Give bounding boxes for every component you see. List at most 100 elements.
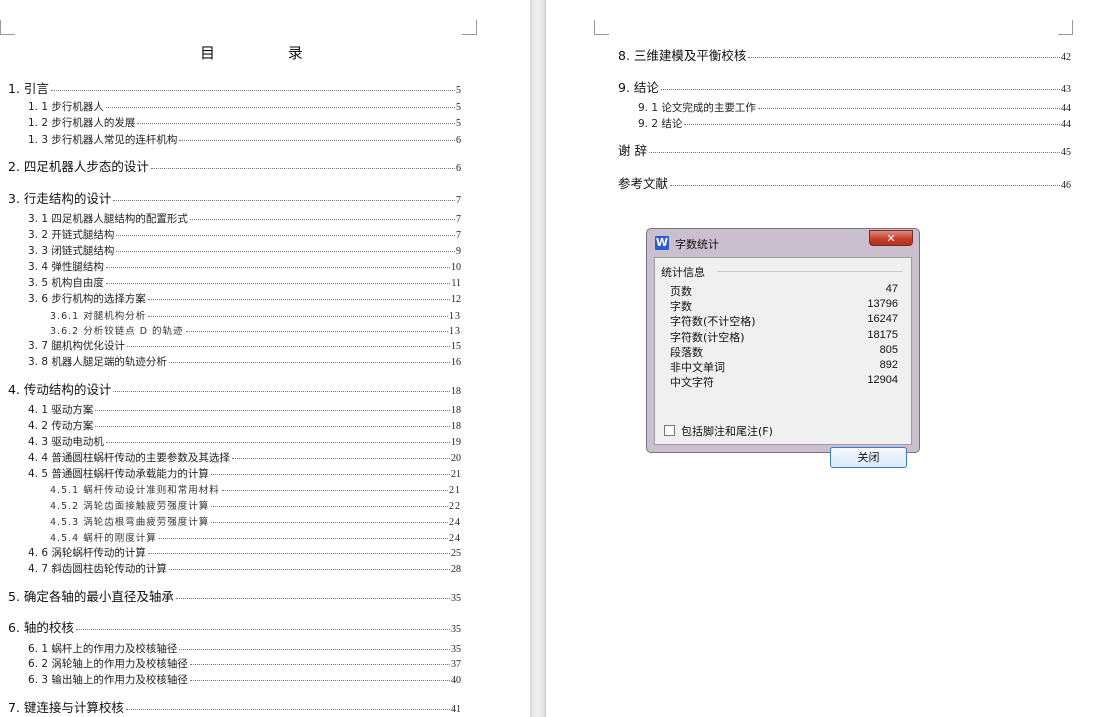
stat-row: 字符数(计空格) 18175 xyxy=(670,329,898,344)
toc-page-number: 7 xyxy=(456,230,461,241)
toc-page-number: 46 xyxy=(1061,180,1071,191)
stat-row: 页数 47 xyxy=(670,283,898,298)
toc-entry[interactable]: 4. 1 驱动方案 18 xyxy=(28,402,461,417)
toc-leader-dots xyxy=(168,361,450,363)
toc-leader-dots xyxy=(175,597,450,599)
dialog-titlebar[interactable]: W 字数统计 ✕ xyxy=(647,229,919,255)
toc-entry[interactable]: 2. 四足机器人步态的设计 6 xyxy=(8,156,461,175)
stat-label: 非中文单词 xyxy=(670,361,725,374)
toc-entry-title: 4. 3 驱动电动机 xyxy=(28,436,104,448)
toc-entry-title: 8. 三维建模及平衡校核 xyxy=(618,48,747,63)
toc-entry[interactable]: 4. 5 普通圆柱蜗杆传动承载能力的计算 21 xyxy=(28,466,461,481)
toc-entry[interactable]: 3.6.2 分析铰链点 D 的轨迹 13 xyxy=(50,323,461,337)
toc-entry[interactable]: 5. 确定各轴的最小直径及轴承 35 xyxy=(8,586,461,605)
toc-entry[interactable]: 3. 6 步行机构的选择方案 12 xyxy=(28,291,461,306)
toc-page-number: 7 xyxy=(456,214,461,225)
toc-entry[interactable]: 3. 1 四足机器人腿结构的配置形式 7 xyxy=(28,211,461,226)
toc-entry[interactable]: 1. 1 步行机器人 5 xyxy=(28,99,461,114)
toc-entry[interactable]: 3.6.1 对腿机构分析 13 xyxy=(50,308,461,322)
include-footnotes-label[interactable]: 包括脚注和尾注(F) xyxy=(681,423,773,439)
stat-row: 段落数 805 xyxy=(670,344,898,359)
toc-entry[interactable]: 4. 2 传动方案 18 xyxy=(28,418,461,433)
toc-entry[interactable]: 3. 行走结构的设计 7 xyxy=(8,188,461,207)
toc-leader-dots xyxy=(113,199,455,201)
toc-entry[interactable]: 8. 三维建模及平衡校核 42 xyxy=(618,45,1071,64)
toc-entry-title: 6. 2 涡轮轴上的作用力及校核轴径 xyxy=(28,658,188,670)
toc-entry[interactable]: 4. 7 斜齿圆柱齿轮传动的计算 28 xyxy=(28,561,461,576)
toc-page-number: 24 xyxy=(449,533,461,544)
toc-entry-title: 3. 6 步行机构的选择方案 xyxy=(28,293,146,305)
toc-entry[interactable]: 6. 2 涡轮轴上的作用力及校核轴径 37 xyxy=(28,656,461,671)
toc-entry[interactable]: 9. 2 结论 44 xyxy=(638,116,1071,131)
toc-entry[interactable]: 3. 2 开链式腿结构 7 xyxy=(28,227,461,242)
toc-entry[interactable]: 4.5.3 涡轮齿根弯曲疲劳强度计算 24 xyxy=(50,514,461,528)
toc-entry[interactable]: 1. 2 步行机器人的发展 5 xyxy=(28,115,461,130)
toc-entry[interactable]: 4. 6 涡轮蜗杆传动的计算 25 xyxy=(28,545,461,560)
word-count-dialog: W 字数统计 ✕ 统计信息 页数 47 字数 13796 字符数(不计空格) 16247 字… xyxy=(646,228,920,468)
toc-entry-title: 7. 键连接与计算校核 xyxy=(8,700,124,715)
toc-entry[interactable]: 6. 轴的校核 35 xyxy=(8,617,461,636)
stat-label: 页数 xyxy=(670,285,692,298)
toc-entry[interactable]: 7. 键连接与计算校核 41 xyxy=(8,697,461,716)
toc-entry-title: 3. 5 机构自由度 xyxy=(28,277,104,289)
toc-entry-title: 3.6.1 对腿机构分析 xyxy=(50,311,147,322)
toc-leader-dots xyxy=(179,139,455,141)
toc-entry[interactable]: 6. 1 蜗杆上的作用力及校核轴径 35 xyxy=(28,641,461,656)
toc-leader-dots xyxy=(113,390,450,392)
toc-page-number: 21 xyxy=(451,469,461,480)
toc-entry[interactable]: 4.5.1 蜗杆传动设计准则和常用材料 21 xyxy=(50,482,461,496)
toc-entry[interactable]: 4. 传动结构的设计 18 xyxy=(8,379,461,398)
toc-page-number: 18 xyxy=(451,421,461,432)
toc-entry-title: 6. 3 输出轴上的作用力及校核轴径 xyxy=(28,674,188,686)
toc-entry[interactable]: 6. 3 输出轴上的作用力及校核轴径 40 xyxy=(28,672,461,687)
toc-entry-title: 1. 3 步行机器人常见的连杆机构 xyxy=(28,134,178,146)
toc-entry[interactable]: 4.5.4 蜗杆的刚度计算 24 xyxy=(50,530,461,544)
toc-entry[interactable]: 4.5.2 涡轮齿面接触疲劳强度计算 22 xyxy=(50,498,461,512)
toc-entry[interactable]: 3. 3 闭链式腿结构 9 xyxy=(28,243,461,258)
toc-entry[interactable]: 3. 8 机器人腿足端的轨迹分析 16 xyxy=(28,354,461,369)
toc-entry[interactable]: 4. 3 驱动电动机 19 xyxy=(28,434,461,449)
toc-page-number: 10 xyxy=(451,262,461,273)
toc-leader-dots xyxy=(158,537,448,539)
toc-leader-dots xyxy=(189,218,455,220)
toc-entry[interactable]: 谢 辞 45 xyxy=(618,140,1071,159)
toc-entry[interactable]: 4. 4 普通圆柱蜗杆传动的主要参数及其选择 20 xyxy=(28,450,461,465)
toc-page-number: 44 xyxy=(1061,103,1071,114)
toc-leader-dots xyxy=(748,56,1060,58)
stat-row: 字数 13796 xyxy=(670,298,898,313)
toc-entry-title: 3. 2 开链式腿结构 xyxy=(28,229,115,241)
toc-page-number: 25 xyxy=(451,548,461,559)
toc-entry[interactable]: 3. 4 弹性腿结构 10 xyxy=(28,259,461,274)
page-corner-mark xyxy=(594,20,609,35)
toc-page-number: 35 xyxy=(451,644,461,655)
toc-leader-dots xyxy=(95,425,450,427)
stat-row: 中文字符 12904 xyxy=(670,374,898,389)
toc-entry[interactable]: 9. 结论 43 xyxy=(618,77,1071,96)
stat-label: 字符数(不计空格) xyxy=(670,315,756,329)
toc-entry-title: 9. 结论 xyxy=(618,80,659,95)
toc-page-number: 42 xyxy=(1061,52,1071,63)
toc-entry-title: 4.5.3 涡轮齿根弯曲疲劳强度计算 xyxy=(50,517,210,528)
toc-leader-dots xyxy=(210,473,450,475)
toc-entry[interactable]: 1. 引言 5 xyxy=(8,78,461,97)
toc-entry-title: 3. 行走结构的设计 xyxy=(8,191,112,206)
toc-page-number: 9 xyxy=(456,246,461,257)
toc-entry[interactable]: 参考文献 46 xyxy=(618,173,1071,192)
toc-entry[interactable]: 1. 3 步行机器人常见的连杆机构 6 xyxy=(28,132,461,147)
close-dialog-button[interactable]: 关闭 xyxy=(830,447,907,468)
stat-label: 中文字符 xyxy=(670,376,714,390)
toc-leader-dots xyxy=(189,679,450,681)
toc-entry[interactable]: 3. 7 腿机构优化设计 15 xyxy=(28,338,461,353)
toc-entry-title: 3. 8 机器人腿足端的轨迹分析 xyxy=(28,356,167,368)
include-footnotes-checkbox[interactable] xyxy=(664,425,675,436)
wps-app-icon: W xyxy=(655,236,669,250)
group-divider xyxy=(717,271,903,272)
toc-page-number: 5 xyxy=(456,118,461,129)
toc-entry-title: 3. 3 闭链式腿结构 xyxy=(28,245,115,257)
toc-entry[interactable]: 9. 1 论文完成的主要工作 44 xyxy=(638,100,1071,115)
toc-leader-dots xyxy=(660,88,1060,90)
toc-entry[interactable]: 3. 5 机构自由度 11 xyxy=(28,275,461,290)
toc-page-number: 6 xyxy=(456,163,461,174)
toc-entry-title: 4.5.2 涡轮齿面接触疲劳强度计算 xyxy=(50,501,210,512)
close-icon[interactable]: ✕ xyxy=(869,230,913,246)
